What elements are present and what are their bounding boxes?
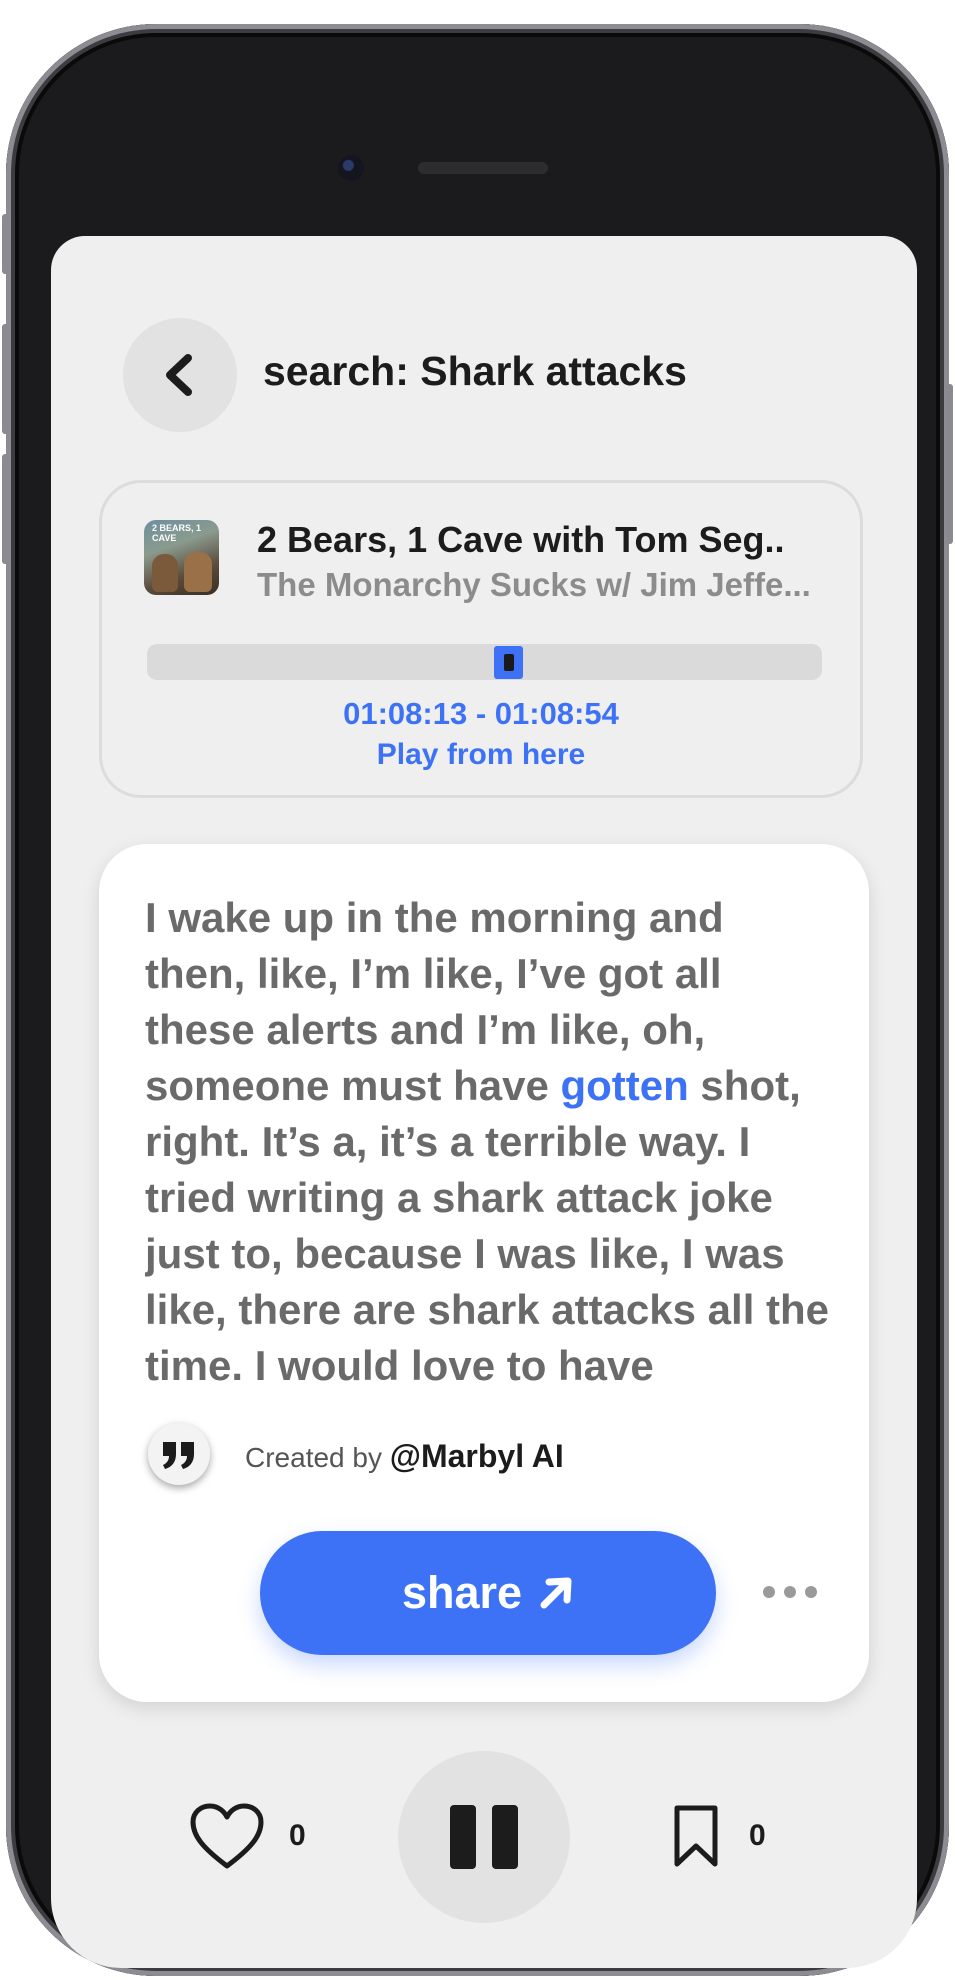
heart-icon[interactable] <box>189 1802 265 1872</box>
quote-text: I wake up in the morning and then, like,… <box>145 890 835 1384</box>
like-count: 0 <box>289 1819 306 1852</box>
power-button <box>946 384 953 544</box>
volume-down-button <box>2 454 9 564</box>
more-options-button[interactable] <box>763 1579 817 1605</box>
quote-badge <box>148 1423 210 1485</box>
podcast-thumbnail: 2 BEARS, 1 CAVE <box>144 520 219 595</box>
quote-highlight-word: gotten <box>560 1062 689 1109</box>
share-button[interactable]: share <box>260 1531 716 1655</box>
bookmark-icon[interactable] <box>672 1804 720 1868</box>
pause-icon <box>492 1805 518 1869</box>
clip-timestamp: 01:08:13 - 01:08:54 <box>343 696 619 731</box>
progress-marker[interactable] <box>494 646 523 679</box>
back-chevron-icon <box>166 354 192 396</box>
front-camera <box>338 155 364 181</box>
progress-track[interactable] <box>147 644 822 680</box>
more-icon <box>763 1586 775 1598</box>
creator-handle[interactable]: @Marbyl AI <box>390 1438 564 1474</box>
attribution: Created by @Marbyl AI <box>245 1438 564 1475</box>
episode-title: 2 Bears, 1 Cave with Tom Seg.. <box>257 519 785 560</box>
phone-frame: search: Shark attacks 2 BEARS, 1 CAVE 2 … <box>2 24 953 1976</box>
episode-subtitle: The Monarchy Sucks w/ Jim Jeffe... <box>257 566 811 603</box>
bear-figure <box>184 552 212 592</box>
more-icon <box>784 1586 796 1598</box>
app-screen: search: Shark attacks 2 BEARS, 1 CAVE 2 … <box>51 236 917 1968</box>
play-from-here-link[interactable]: Play from here <box>99 738 863 772</box>
quote-icon <box>163 1442 194 1469</box>
pause-icon <box>450 1805 476 1869</box>
page-title: search: Shark attacks <box>263 348 687 394</box>
share-label: share <box>401 1567 523 1618</box>
arrow-up-right-icon <box>540 1577 572 1609</box>
created-by-label: Created by <box>245 1442 382 1473</box>
back-button[interactable] <box>123 318 237 432</box>
earpiece-speaker <box>418 162 548 174</box>
bear-figure <box>152 554 178 592</box>
pause-button[interactable] <box>398 1751 570 1923</box>
silent-switch <box>2 214 9 274</box>
volume-up-button <box>2 324 9 434</box>
thumbnail-text: 2 BEARS, 1 CAVE <box>152 523 202 543</box>
quote-text-after: shot, right. It’s a, it’s a terrible way… <box>145 1062 830 1384</box>
bookmark-count: 0 <box>749 1819 766 1852</box>
more-icon <box>805 1586 817 1598</box>
